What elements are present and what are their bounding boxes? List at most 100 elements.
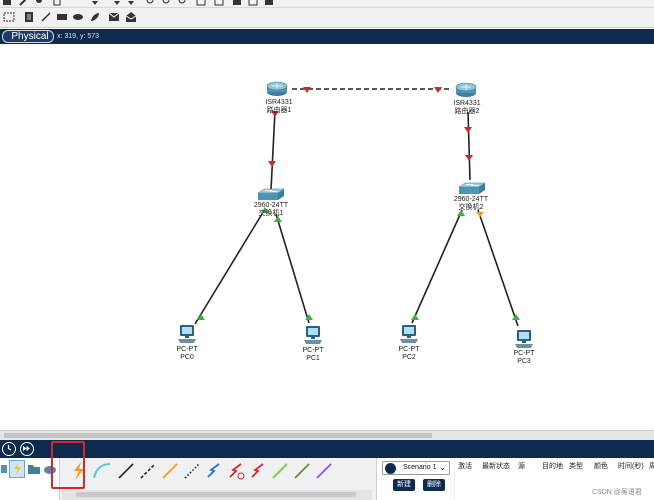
link-switch1-pc1 [275,213,310,324]
freeform-icon[interactable] [89,11,101,23]
serial-dce-cable-icon[interactable] [226,461,246,481]
link-status-down [464,127,472,133]
pdu-header-time: 时间(秒) [618,463,644,470]
window-icon[interactable] [248,0,258,6]
palette-icon[interactable] [196,0,206,6]
pc-3-name: PC3 [517,358,531,365]
drawing-toolbar [0,8,654,28]
copy-icon[interactable] [52,0,62,6]
switch-1-model: 2960-24TT [253,202,289,209]
chevron-down-icon: ⌄ [439,463,446,472]
connections-scroll-thumb[interactable] [76,492,356,497]
link-status-down [434,87,442,93]
folder-icon[interactable] [27,462,41,476]
info-icon[interactable] [264,0,274,6]
fiber-cable-icon[interactable] [160,461,180,481]
straight-through-cable-icon[interactable] [116,461,136,481]
save-icon[interactable] [2,0,12,6]
physical-tab[interactable]: Physical [2,30,54,43]
time-control-bar [0,440,654,458]
arrow-down-icon[interactable] [90,0,100,6]
scenario-value: Scenario 1 [403,464,437,471]
switch-2-model: 2960-24TT [453,196,489,203]
canvas-horizontal-scrollbar[interactable] [0,430,654,440]
open-mail-icon[interactable] [125,11,137,23]
connections-scrollbar[interactable] [62,490,372,500]
selected-connection-highlight [51,441,85,489]
select-icon[interactable] [3,11,15,23]
router-1-name: 路由器1 [266,107,292,114]
scenario-select[interactable]: Scenario 1 ⌄ [382,461,450,475]
arrow-down-icon-3[interactable] [126,0,136,6]
link-status-orange [476,212,484,217]
scenario-panel: Scenario 1 ⌄ 新建 删除 [376,458,454,500]
link-status-down [303,87,311,93]
router-2-name: 路由器2 [454,108,480,115]
octal-cable-icon[interactable] [270,461,290,481]
pc-3-model: PC-PT [513,350,535,357]
fast-forward-icon[interactable] [20,442,34,456]
topology-canvas[interactable]: ISR4331 路由器1 ISR4331 路由器2 2960-24TT 交换机1… [0,44,654,430]
link-switch2-pc2 [411,209,463,324]
usb-cable-icon[interactable] [314,461,334,481]
main-toolbar [0,0,654,8]
router-1-model: ISR4331 [265,99,293,106]
pc-2-model: PC-PT [398,346,420,353]
coaxial-cable-icon[interactable] [204,461,224,481]
zoom-out-icon[interactable] [178,0,188,6]
router-2-model: ISR4331 [453,100,481,107]
crossover-cable-icon[interactable] [138,461,158,481]
arrow-down-icon-2[interactable] [112,0,122,6]
ellipse-icon[interactable] [72,12,84,22]
router-icon [266,81,288,96]
switch-icon [458,182,486,194]
console-cable-icon[interactable] [92,461,112,481]
pc-icon [304,326,322,344]
phone-cable-icon[interactable] [182,461,202,481]
connections-category-icon[interactable] [9,460,25,478]
pc-1-model: PC-PT [302,347,324,354]
pdu-header-source: 源 [518,463,525,470]
link-status-up [197,314,205,320]
watermark: CSDN @吴语君 [592,489,642,496]
link-status-up [512,314,520,320]
pdu-header-type: 类型 [569,463,583,470]
scenario-icon [385,463,396,474]
note-icon[interactable] [24,11,34,23]
line-icon[interactable] [40,11,52,23]
pdu-header-destination: 目的地 [542,463,563,470]
pdu-header-periodic: 周 [649,463,654,470]
pdu-header-color: 颜色 [594,463,608,470]
rectangle-icon[interactable] [56,12,68,22]
iot-custom-cable-icon[interactable] [292,461,312,481]
delete-scenario-button[interactable]: 删除 [423,479,445,491]
topology-links [194,87,520,327]
pc-0-model: PC-PT [176,346,198,353]
pc-icon [178,325,196,343]
switch-icon [257,188,285,200]
link-router2-switch2 [467,111,471,181]
canvas-scroll-thumb[interactable] [4,433,432,438]
pc-2-name: PC2 [402,354,416,361]
pdu-header-active: 激活 [458,463,472,470]
wrench-icon[interactable] [18,0,28,6]
pc-0-name: PC0 [180,354,194,361]
pdu-icon[interactable] [232,0,242,6]
link-switch2-pc3 [477,209,519,327]
new-scenario-button[interactable]: 新建 [393,479,415,491]
person-icon[interactable] [34,0,44,6]
workspace-mode-bar: Physical x: 319, y: 573 [0,29,654,44]
switch-2-name: 交换机2 [458,204,484,211]
link-switch1-pc0 [194,213,263,325]
zoom-in-icon[interactable] [146,0,156,6]
link-status-down [268,161,276,167]
pc-icon [400,325,418,343]
zoom-reset-icon[interactable] [162,0,172,6]
pc-1-name: PC1 [306,355,320,362]
mail-icon[interactable] [108,12,120,22]
custom-device-icon[interactable] [214,0,224,6]
time-icon[interactable] [2,442,16,456]
router-icon [455,82,477,97]
serial-dte-cable-icon[interactable] [248,461,268,481]
network-devices-icon[interactable] [0,461,8,477]
